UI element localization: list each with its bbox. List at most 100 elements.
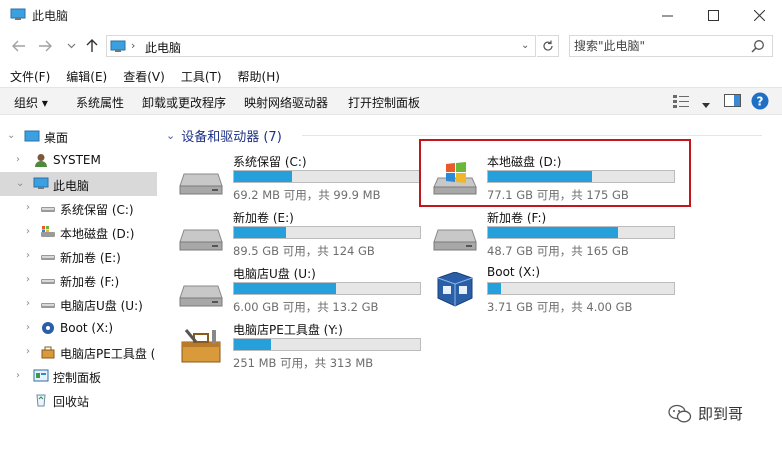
help-icon: ?	[751, 92, 769, 110]
menu-edit[interactable]: 编辑(E)	[66, 64, 107, 86]
drive-usage-fill	[488, 227, 619, 238]
drive-usage-fill	[234, 283, 337, 294]
breadcrumb-current[interactable]: 此电脑	[145, 39, 181, 56]
highlight-box	[419, 139, 691, 207]
nav-item-drive-x[interactable]: › Boot (X:)	[0, 316, 157, 340]
drive-usage-fill	[488, 283, 502, 294]
control-panel-icon	[33, 369, 49, 382]
nav-item-drive-y[interactable]: › 电脑店PE工具盘 (	[0, 340, 157, 364]
toolbox-icon	[41, 346, 55, 359]
search-box[interactable]	[569, 35, 773, 57]
menu-view[interactable]: 查看(V)	[123, 64, 165, 86]
drive-usage-fill	[234, 227, 287, 238]
menu-bar: 文件(F) 编辑(E) 查看(V) 工具(T) 帮助(H)	[0, 64, 782, 86]
open-control-panel-button[interactable]: 打开控制面板	[348, 94, 420, 111]
drive-tile-y[interactable]: 电脑店PE工具盘 (Y:) 251 MB 可用，共 313 MB	[162, 316, 421, 374]
recent-locations-button[interactable]	[62, 37, 80, 55]
drive-usage-bar	[487, 282, 675, 295]
chevron-right-icon[interactable]: ›	[26, 298, 30, 309]
menu-tools[interactable]: 工具(T)	[181, 64, 222, 86]
address-bar[interactable]: › 此电脑 ⌄	[106, 35, 536, 57]
nav-item-drive-f[interactable]: › 新加卷 (F:)	[0, 268, 157, 292]
drive-icon	[41, 255, 55, 260]
nav-item-label: 新加卷 (E:)	[60, 251, 121, 265]
group-header[interactable]: ⌄ 设备和驱动器 (7)	[166, 126, 282, 145]
watermark: 即到哥	[668, 403, 743, 424]
chevron-right-icon[interactable]: ›	[26, 346, 30, 357]
maximize-button[interactable]	[690, 0, 736, 30]
preview-pane-button[interactable]	[724, 93, 741, 111]
breadcrumb-separator[interactable]: ›	[131, 39, 135, 52]
nav-item-recycle-bin[interactable]: 回收站	[0, 388, 157, 412]
up-button[interactable]	[83, 37, 101, 55]
chevron-right-icon[interactable]: ›	[16, 154, 20, 165]
drive-space-info: 251 MB 可用，共 313 MB	[233, 356, 374, 370]
nav-item-control-panel[interactable]: › 控制面板	[0, 364, 157, 388]
group-divider	[302, 135, 762, 136]
chevron-down-icon[interactable]: ⌄	[16, 178, 24, 189]
triangle-down-icon	[702, 103, 710, 108]
drive-tile-e[interactable]: 新加卷 (E:) 89.5 GB 可用，共 124 GB	[162, 204, 421, 262]
chevron-down-icon[interactable]: ⌄	[521, 40, 529, 51]
search-input[interactable]	[574, 38, 744, 54]
map-network-drive-button[interactable]: 映射网络驱动器	[244, 94, 328, 111]
nav-item-drive-u[interactable]: › 电脑店U盘 (U:)	[0, 292, 157, 316]
back-button[interactable]	[10, 37, 28, 55]
nav-item-system[interactable]: › SYSTEM	[0, 148, 157, 172]
preview-pane-icon	[724, 94, 741, 107]
chevron-right-icon[interactable]: ›	[26, 274, 30, 285]
menu-file[interactable]: 文件(F)	[10, 64, 50, 86]
drive-usage-fill	[234, 171, 292, 182]
drive-icon	[433, 229, 477, 251]
chevron-right-icon[interactable]: ›	[16, 370, 20, 381]
uninstall-program-button[interactable]: 卸载或更改程序	[142, 94, 226, 111]
help-button[interactable]: ?	[751, 92, 769, 113]
drive-name: Boot (X:)	[487, 265, 541, 279]
minimize-button[interactable]	[644, 0, 690, 30]
drive-icon	[41, 303, 55, 308]
nav-item-label: 电脑店U盘 (U:)	[60, 299, 143, 313]
nav-item-drive-d[interactable]: › 本地磁盘 (D:)	[0, 220, 157, 244]
windows-drive-icon	[41, 226, 55, 237]
drive-tile-u[interactable]: 电脑店U盘 (U:) 6.00 GB 可用，共 13.2 GB	[162, 260, 421, 318]
nav-item-this-pc[interactable]: ⌄ 此电脑	[0, 172, 157, 196]
chevron-down-icon	[67, 43, 75, 49]
nav-item-desktop[interactable]: ⌄ 桌面	[0, 124, 157, 148]
arrow-right-icon	[39, 40, 52, 52]
chevron-down-icon[interactable]: ⌄	[7, 130, 15, 141]
user-icon	[35, 154, 47, 167]
drive-name: 系统保留 (C:)	[233, 155, 307, 169]
nav-item-drive-e[interactable]: › 新加卷 (E:)	[0, 244, 157, 268]
refresh-button[interactable]	[537, 35, 559, 57]
forward-button[interactable]	[36, 37, 54, 55]
menu-help[interactable]: 帮助(H)	[238, 64, 280, 86]
drive-space-info: 6.00 GB 可用，共 13.2 GB	[233, 300, 379, 314]
view-dropdown-button[interactable]	[702, 97, 710, 111]
computer-icon	[110, 40, 126, 52]
recycle-bin-icon	[36, 394, 46, 407]
nav-item-label: 新加卷 (F:)	[60, 275, 120, 289]
refresh-icon	[542, 40, 553, 51]
view-options-button[interactable]	[672, 93, 690, 112]
nav-item-label: 控制面板	[53, 371, 102, 385]
minimize-icon	[661, 15, 673, 16]
drive-usage-bar	[233, 226, 421, 239]
system-properties-button[interactable]: 系统属性	[76, 94, 124, 111]
chevron-right-icon[interactable]: ›	[26, 202, 30, 213]
drive-tile-x[interactable]: Boot (X:) 3.71 GB 可用，共 4.00 GB	[416, 260, 675, 318]
drive-tile-f[interactable]: 新加卷 (F:) 48.7 GB 可用，共 165 GB	[416, 204, 675, 262]
nav-item-drive-c[interactable]: › 系统保留 (C:)	[0, 196, 157, 220]
chevron-right-icon[interactable]: ›	[26, 250, 30, 261]
computer-icon	[10, 8, 26, 20]
drive-icon	[179, 229, 223, 251]
watermark-text: 即到哥	[698, 405, 744, 423]
chevron-down-icon[interactable]: ⌄	[166, 129, 175, 142]
drive-tile-c[interactable]: 系统保留 (C:) 69.2 MB 可用，共 99.9 MB	[162, 148, 421, 206]
address-row: › 此电脑 ⌄	[0, 32, 782, 60]
organize-button[interactable]: 组织 ▾	[14, 94, 48, 111]
chevron-right-icon[interactable]: ›	[26, 322, 30, 333]
close-button[interactable]	[736, 0, 782, 30]
title-bar: 此电脑	[0, 0, 782, 30]
chevron-right-icon[interactable]: ›	[26, 226, 30, 237]
drive-space-info: 89.5 GB 可用，共 124 GB	[233, 244, 375, 258]
